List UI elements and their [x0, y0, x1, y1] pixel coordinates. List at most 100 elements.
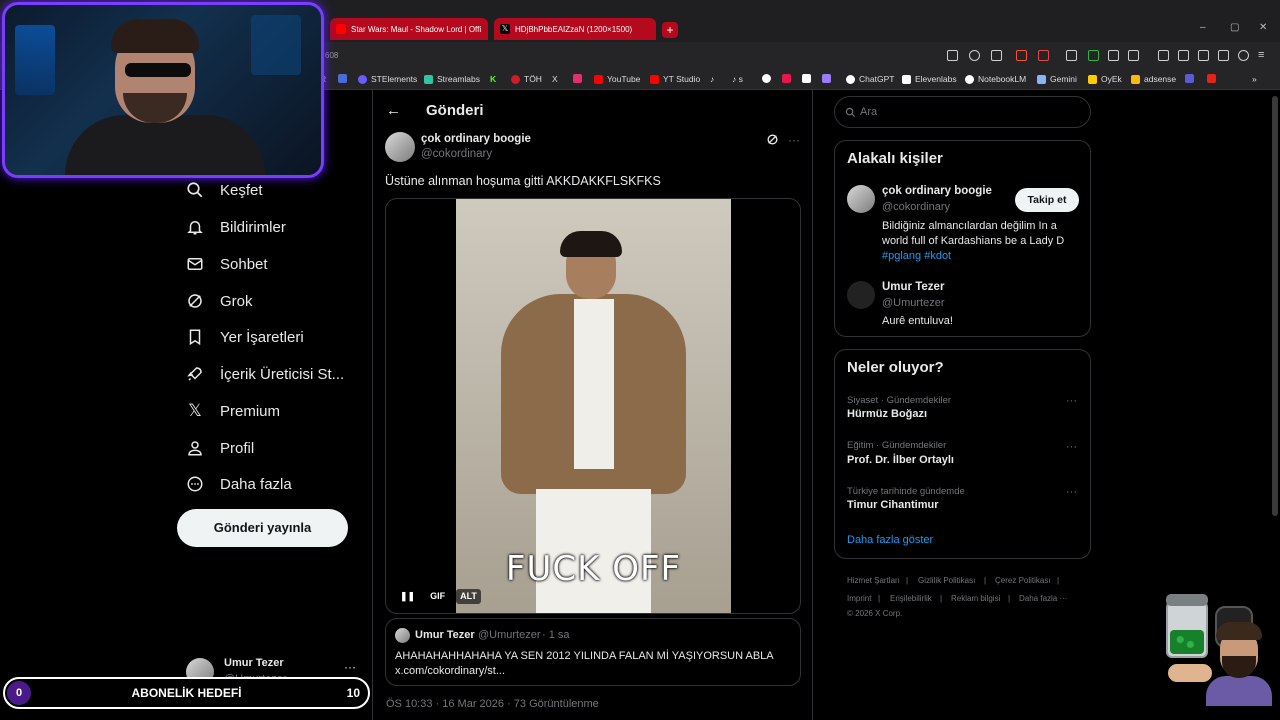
bookmark-item[interactable] [338, 74, 351, 83]
trend-name[interactable]: Timur Cihantimur [847, 499, 938, 511]
address-text: 608 [325, 51, 339, 60]
grok-icon [185, 291, 205, 311]
nav-more[interactable]: Daha fazla [185, 471, 292, 497]
footer-separator: | [878, 594, 881, 603]
trend-more-button[interactable]: ··· [1066, 486, 1077, 498]
footer-link[interactable]: Daha fazla ··· [1019, 594, 1067, 603]
bookmark-item[interactable] [782, 74, 795, 83]
account-more-button[interactable]: ··· [344, 660, 356, 674]
zoom-icon[interactable] [969, 50, 980, 61]
nav-grok[interactable]: Grok [185, 288, 253, 314]
nav-bookmarks[interactable]: Yer İşaretleri [185, 324, 304, 350]
bookmark-item[interactable]: X [552, 74, 558, 84]
footer-link[interactable]: Erişilebilirlik [890, 594, 932, 603]
bookmark-item[interactable]: ♪ s [732, 74, 743, 84]
related-name[interactable]: çok ordinary boogie [882, 185, 992, 197]
nav-profile[interactable]: Profil [185, 435, 254, 461]
related-hashtags[interactable]: #pglang #kdot [882, 250, 951, 262]
pause-button[interactable]: ❚❚ [396, 589, 420, 604]
search-icon [845, 105, 856, 118]
bookmark-item[interactable] [1185, 74, 1198, 83]
bookmark-item[interactable]: Elevenlabs [902, 74, 957, 84]
bookmarks-overflow-icon[interactable]: » [1252, 74, 1257, 84]
bookmark-item[interactable]: OyEk [1088, 74, 1122, 84]
extension-icon[interactable] [1066, 50, 1077, 61]
footer-link[interactable]: Imprint [847, 594, 871, 603]
back-button[interactable]: ← [386, 102, 401, 119]
account-name: Umur Tezer [224, 657, 284, 669]
bookmark-item[interactable]: NotebookLM [965, 74, 1026, 84]
nav-notifications[interactable]: Bildirimler [185, 214, 286, 240]
leo-icon[interactable] [1218, 50, 1229, 61]
footer-link[interactable]: Çerez Politikası [995, 576, 1051, 585]
post-more-button[interactable]: ··· [788, 133, 800, 147]
bookmark-item[interactable] [573, 74, 586, 83]
extension-icon[interactable] [1088, 50, 1099, 61]
related-name[interactable]: Umur Tezer [882, 281, 944, 293]
brave-shield-icon[interactable] [1016, 50, 1027, 61]
media-icon[interactable] [1158, 50, 1169, 61]
quoted-post[interactable]: Umur Tezer @Umurtezer · 1 sa AHAHAHAHHAH… [385, 618, 801, 686]
scrollbar[interactable] [1272, 96, 1278, 516]
bookmark-item[interactable]: ChatGPT [846, 74, 894, 84]
alt-badge[interactable]: ALT [456, 589, 481, 604]
related-handle[interactable]: @Umurtezer [882, 297, 945, 309]
nav-chat[interactable]: Sohbet [185, 251, 268, 277]
bookmark-item[interactable]: YouTube [594, 74, 640, 84]
bookmark-item[interactable]: adsense [1131, 74, 1176, 84]
tab-star-wars[interactable]: Star Wars: Maul - Shadow Lord | Offi [330, 18, 488, 40]
post-button[interactable]: Gönderi yayınla [177, 509, 348, 547]
nav-label: Premium [220, 402, 281, 420]
bookmark-item[interactable]: YT Studio [650, 74, 700, 84]
post-author-handle[interactable]: @cokordinary [421, 148, 492, 160]
extension-icon[interactable] [1128, 50, 1139, 61]
bookmark-item[interactable]: Gemini [1037, 74, 1077, 84]
new-tab-button[interactable]: + [662, 22, 678, 38]
trend-more-button[interactable]: ··· [1066, 395, 1077, 407]
page-title: Gönderi [426, 102, 484, 119]
bookmark-item[interactable]: STElements [358, 74, 417, 84]
post-author-avatar[interactable] [385, 132, 415, 162]
bookmark-item[interactable] [802, 74, 815, 83]
trend-name[interactable]: Prof. Dr. İlber Ortaylı [847, 454, 954, 466]
extension-icon[interactable] [1108, 50, 1119, 61]
related-handle[interactable]: @cokordinary [882, 201, 950, 213]
nav-explore[interactable]: Keşfet [185, 177, 263, 203]
hand-graphic [1168, 664, 1212, 682]
post-author-name[interactable]: çok ordinary boogie [421, 133, 531, 145]
follow-button[interactable]: Takip et [1015, 188, 1079, 212]
nav-creator-studio[interactable]: İçerik Üreticisi St... [185, 361, 344, 387]
tab-image[interactable]: 𝕏 HDjBhPbbEAIZzaN (1200×1500) [494, 18, 656, 40]
nav-premium[interactable]: 𝕏 Premium [185, 398, 280, 424]
bookmark-item[interactable]: Streamlabs [424, 74, 480, 84]
post-text: Üstüne alınman hoşuma gitti AKKDAKKFLSKF… [385, 174, 661, 188]
menu-icon[interactable]: ≡ [1258, 50, 1269, 61]
trend-name[interactable]: Hürmüz Boğazı [847, 408, 927, 420]
vpn-icon[interactable] [1238, 50, 1249, 61]
trend-more-button[interactable]: ··· [1066, 441, 1077, 453]
show-more-link[interactable]: Daha fazla göster [847, 534, 933, 546]
brave-rewards-icon[interactable] [1038, 50, 1049, 61]
footer-link[interactable]: Gizlilik Politikası [918, 576, 975, 585]
bookmark-item[interactable]: K [490, 74, 496, 84]
bookmark-icon [185, 327, 205, 347]
maximize-button[interactable]: ▢ [1230, 22, 1239, 33]
related-avatar[interactable] [847, 281, 875, 309]
cast-icon[interactable] [947, 50, 958, 61]
bookmark-item[interactable] [1207, 74, 1220, 83]
wallet-icon[interactable] [1198, 50, 1209, 61]
bookmark-item[interactable]: TÖH [511, 74, 542, 84]
footer-link[interactable]: Reklam bilgisi [951, 594, 1000, 603]
post-media[interactable]: FUCK OFF ❚❚ GIF ALT [385, 198, 801, 614]
bookmark-item[interactable] [822, 74, 835, 83]
share-icon[interactable] [991, 50, 1002, 61]
close-window-button[interactable]: ✕ [1259, 22, 1267, 33]
bookmark-item[interactable] [762, 74, 775, 83]
grok-icon[interactable] [766, 133, 779, 149]
quote-author-handle: @Umurtezer [478, 629, 541, 641]
minimize-button[interactable]: – [1200, 22, 1206, 33]
related-avatar[interactable] [847, 185, 875, 213]
bookmark-item[interactable]: ♪ [710, 74, 714, 84]
footer-link[interactable]: Hizmet Şartları [847, 576, 900, 585]
sidebar-icon[interactable] [1178, 50, 1189, 61]
